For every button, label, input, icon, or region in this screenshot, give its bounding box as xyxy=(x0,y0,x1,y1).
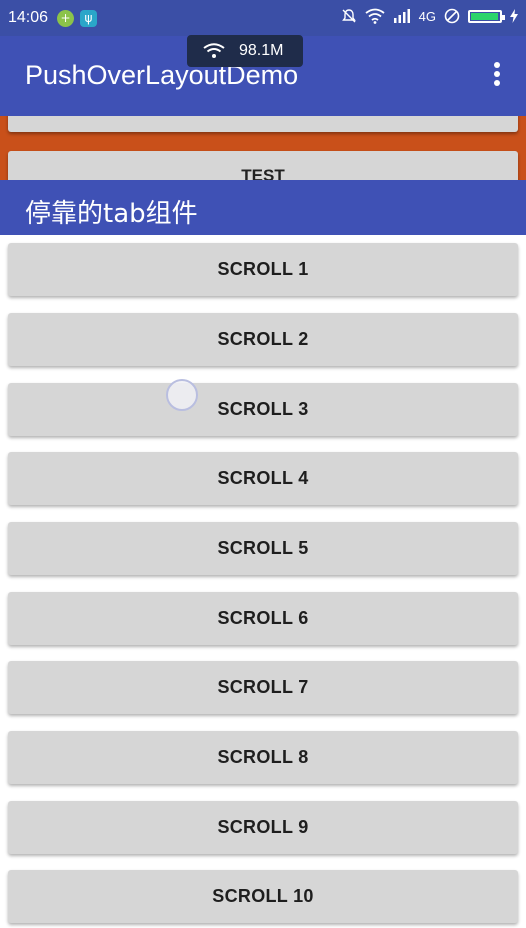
scroll-list[interactable]: SCROLL 1 SCROLL 2 SCROLL 3 SCROLL 4 SCRO… xyxy=(0,235,526,928)
status-time: 14:06 xyxy=(8,9,49,26)
test-button[interactable]: TEST xyxy=(8,151,518,180)
network-speed-value: 98.1M xyxy=(239,42,284,59)
scroll-button-6[interactable]: SCROLL 6 xyxy=(8,592,518,645)
scroll-button-1[interactable]: SCROLL 1 xyxy=(8,243,518,296)
overflow-menu-icon[interactable] xyxy=(492,62,502,92)
mute-bell-icon xyxy=(341,9,356,23)
status-bar: 14:06 + ψ 4G xyxy=(0,0,526,36)
charging-icon xyxy=(510,9,518,23)
usb-icon: ψ xyxy=(80,10,97,27)
scroll-button-9[interactable]: SCROLL 9 xyxy=(8,801,518,854)
header-button[interactable] xyxy=(8,116,518,132)
scroll-button-4[interactable]: SCROLL 4 xyxy=(8,452,518,505)
network-type: 4G xyxy=(418,8,436,24)
header-section: TEST xyxy=(0,116,526,180)
scroll-button-3[interactable]: SCROLL 3 xyxy=(8,383,518,436)
scroll-button-2[interactable]: SCROLL 2 xyxy=(8,313,518,366)
scroll-button-5[interactable]: SCROLL 5 xyxy=(8,522,518,575)
signal-icon xyxy=(393,9,410,23)
wifi-icon xyxy=(365,8,385,24)
wifi-icon xyxy=(203,43,225,58)
plus-badge-icon: + xyxy=(57,10,74,27)
battery-icon xyxy=(468,9,505,23)
scroll-button-10[interactable]: SCROLL 10 xyxy=(8,870,518,923)
network-speed-overlay: 98.1M xyxy=(187,35,303,67)
tab-label: 停靠的tab组件 xyxy=(25,199,198,229)
touch-indicator xyxy=(166,379,198,411)
scroll-button-8[interactable]: SCROLL 8 xyxy=(8,731,518,784)
status-icons: 4G xyxy=(341,8,518,24)
sticky-tab-bar[interactable]: 停靠的tab组件 xyxy=(0,180,526,235)
do-not-disturb-icon xyxy=(444,8,460,24)
scroll-button-7[interactable]: SCROLL 7 xyxy=(8,661,518,714)
